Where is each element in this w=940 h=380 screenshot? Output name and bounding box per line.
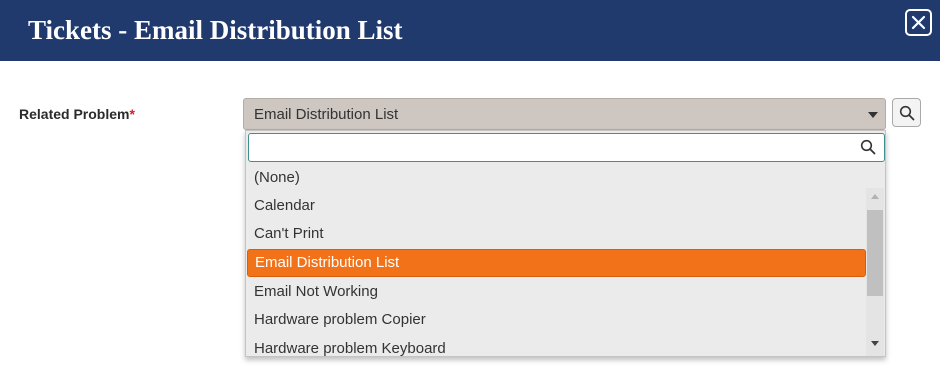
option-calendar[interactable]: Calendar [254,192,315,220]
dropdown-scrollbar[interactable] [866,188,884,356]
scroll-thumb[interactable] [867,210,883,296]
scroll-down-icon[interactable] [871,341,879,346]
dialog-title: Tickets - Email Distribution List [28,15,403,45]
related-problem-label: Related Problem* [19,106,135,122]
option-cant-print[interactable]: Can't Print [254,220,324,248]
close-icon [911,15,926,30]
dropdown-search-input[interactable] [248,133,885,162]
option-email-not-working[interactable]: Email Not Working [254,278,378,306]
option-email-distribution-list[interactable]: Email Distribution List [247,249,866,277]
search-icon [899,105,915,121]
select-value: Email Distribution List [254,106,399,123]
dialog-header: Tickets - Email Distribution List [0,0,940,61]
lookup-button[interactable] [892,98,921,127]
search-icon [860,139,876,155]
option-hardware-problem-keyboard[interactable]: Hardware problem Keyboard [254,335,446,356]
related-problem-label-text: Related Problem [19,106,130,122]
option-hardware-problem-copier[interactable]: Hardware problem Copier [254,306,426,334]
caret-down-icon [868,112,878,118]
close-button[interactable] [905,9,932,36]
dropdown-list: (None) Calendar Can't Print Email Distri… [245,130,886,357]
option-none[interactable]: (None) [254,164,300,192]
scroll-up-icon[interactable] [871,194,879,199]
required-marker: * [129,106,135,122]
related-problem-select[interactable]: Email Distribution List [243,98,886,130]
